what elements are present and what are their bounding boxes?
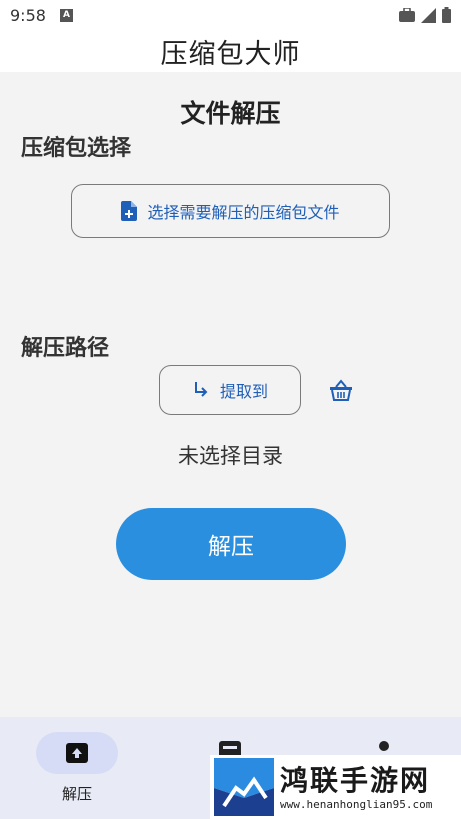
notification-a-icon: A [59, 8, 73, 22]
select-archive-button[interactable]: 选择需要解压的压缩包文件 [71, 184, 390, 238]
battery-icon [442, 7, 451, 23]
archive-icon [66, 743, 88, 763]
archive-select-label: 压缩包选择 [21, 136, 132, 161]
select-archive-label: 选择需要解压的压缩包文件 [147, 203, 340, 222]
extract-to-button[interactable]: 提取到 [159, 365, 301, 415]
watermark-url: www.henanhonglian95.com [280, 797, 433, 811]
nav-item-extract[interactable] [36, 732, 118, 774]
status-time: 9:58 [10, 5, 46, 25]
status-icons [399, 7, 451, 23]
extract-path-label: 解压路径 [21, 336, 110, 361]
subdirectory-arrow-icon [194, 382, 208, 397]
app-title: 压缩包大师 [160, 38, 301, 70]
signal-icon [421, 7, 436, 23]
extract-button[interactable]: 解压 [116, 508, 346, 580]
section-title: 文件解压 [180, 99, 281, 128]
extract-to-label: 提取到 [219, 382, 268, 401]
nav-label-extract: 解压 [61, 785, 92, 803]
file-add-icon [121, 201, 138, 221]
watermark-name: 鸿联手游网 [280, 763, 431, 797]
status-bar: 9:58 A [0, 0, 461, 30]
app-bar: 压缩包大师 [0, 30, 461, 72]
basket-icon[interactable] [327, 377, 355, 403]
nav-dot-icon[interactable] [379, 741, 389, 751]
briefcase-icon [399, 8, 415, 22]
no-directory-text: 未选择目录 [178, 444, 283, 468]
watermark-logo [214, 758, 274, 816]
watermark: 鸿联手游网 www.henanhonglian95.com [210, 755, 461, 819]
